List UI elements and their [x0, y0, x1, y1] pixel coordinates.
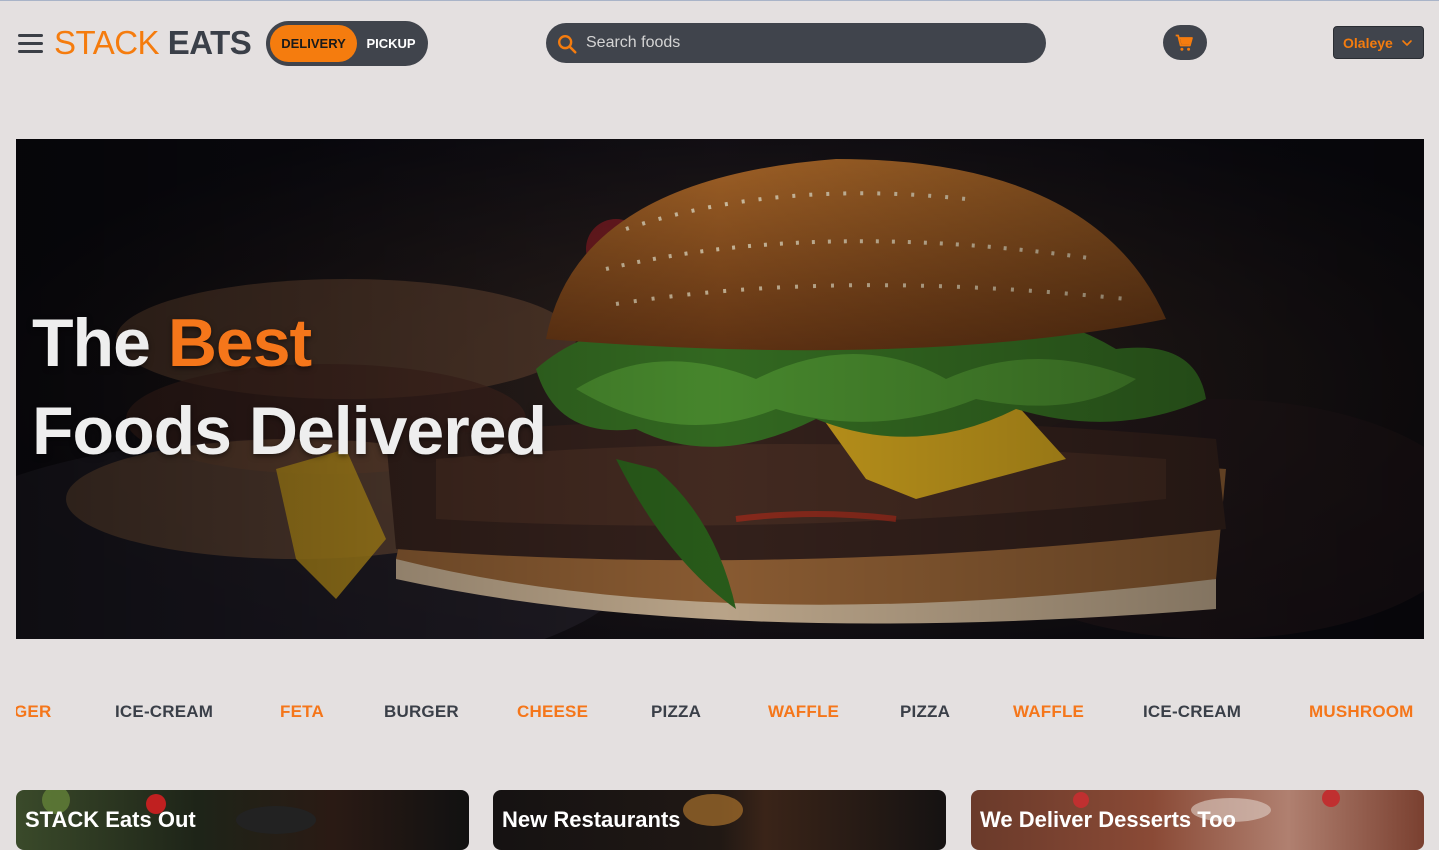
ticker-item[interactable]: GER [16, 702, 51, 722]
chevron-down-icon [1402, 40, 1412, 46]
promo-card-new-restaurants[interactable]: New Restaurants [493, 790, 946, 850]
ticker-item[interactable]: ICE-CREAM [115, 702, 213, 722]
ticker-item[interactable]: BURGER [384, 702, 459, 722]
card-title: We Deliver Desserts Too [980, 807, 1236, 832]
hero-title: The Best Foods Delivered [32, 299, 547, 475]
ticker-item[interactable]: WAFFLE [1013, 702, 1084, 722]
promo-card-eats-out[interactable]: STACK Eats Out [16, 790, 469, 850]
hero-banner: The Best Foods Delivered [16, 139, 1424, 639]
card-title: New Restaurants [502, 807, 681, 832]
ticker-item[interactable]: PIZZA [900, 702, 950, 722]
search-icon[interactable] [556, 33, 578, 55]
food-category-ticker: GER ICE-CREAM FETA BURGER CHEESE PIZZA W… [16, 690, 1424, 734]
pickup-button[interactable]: PICKUP [358, 25, 424, 62]
delivery-mode-toggle: DELIVERY PICKUP [266, 21, 428, 66]
ticker-item[interactable]: MUSHROOM [1309, 702, 1414, 722]
ticker-item[interactable]: FETA [280, 702, 324, 722]
user-menu-button[interactable]: Olaleye [1333, 26, 1424, 59]
search-input[interactable] [586, 23, 1026, 63]
hero-title-line2: Foods Delivered [32, 393, 547, 469]
logo[interactable]: STACK EATS [54, 24, 252, 62]
ticker-item[interactable]: ICE-CREAM [1143, 702, 1241, 722]
hero-title-line1: The Best [32, 299, 546, 387]
ticker-item[interactable]: PIZZA [651, 702, 701, 722]
hamburger-menu-icon[interactable] [18, 31, 43, 55]
cart-icon [1175, 34, 1193, 51]
cart-button[interactable] [1163, 25, 1207, 60]
user-name: Olaleye [1343, 35, 1393, 51]
delivery-button[interactable]: DELIVERY [270, 25, 357, 62]
hero-title-the: The [32, 305, 151, 381]
logo-eats: EATS [167, 24, 252, 61]
logo-stack: STACK [54, 24, 160, 61]
ticker-item[interactable]: CHEESE [517, 702, 588, 722]
ticker-item[interactable]: WAFFLE [768, 702, 839, 722]
card-title: STACK Eats Out [25, 807, 196, 832]
search-bar [546, 23, 1046, 63]
hero-title-best: Best [167, 305, 312, 381]
promo-card-desserts[interactable]: We Deliver Desserts Too [971, 790, 1424, 850]
header: STACK EATS DELIVERY PICKUP Olaleye [0, 0, 1439, 86]
